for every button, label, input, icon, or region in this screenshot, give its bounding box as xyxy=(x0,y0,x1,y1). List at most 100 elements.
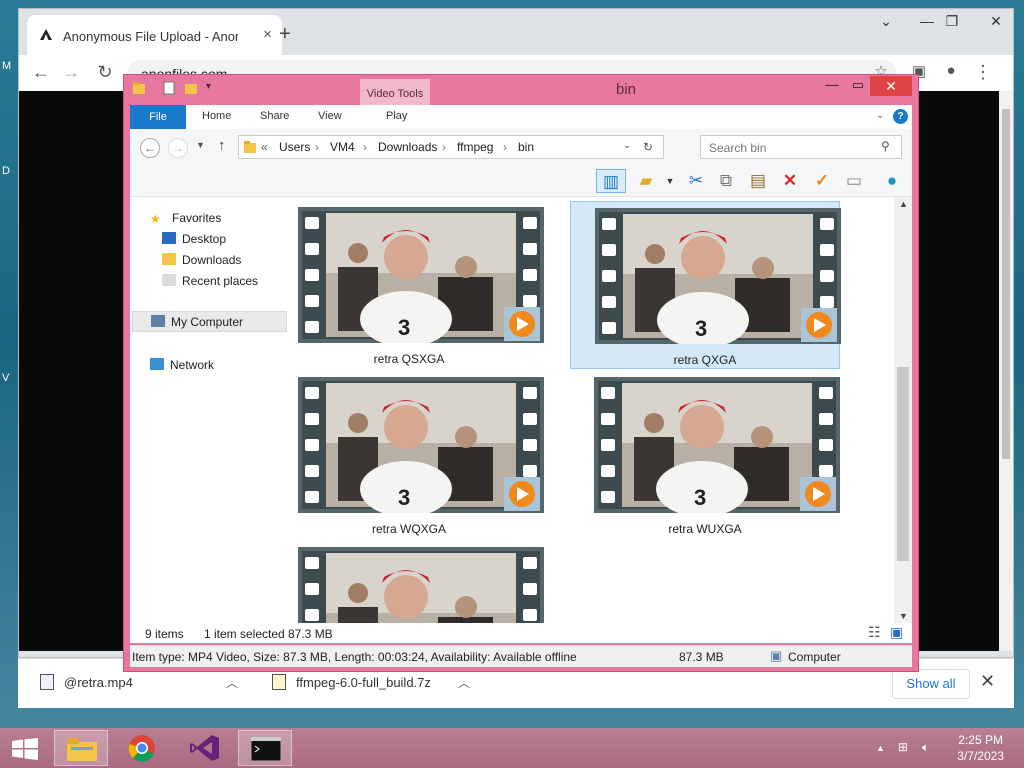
video-thumbnail-icon: 3 xyxy=(595,208,841,344)
file-item[interactable]: 3 xyxy=(290,541,544,623)
help-icon[interactable]: ? xyxy=(893,109,908,124)
tab-play[interactable]: Play xyxy=(386,110,407,122)
maximize-icon[interactable]: ▭ xyxy=(848,77,868,93)
delete-icon[interactable]: ✕ xyxy=(778,169,802,193)
taskbar-chrome[interactable] xyxy=(116,730,170,766)
tab-search-icon[interactable]: ⌄ xyxy=(871,13,901,30)
reload-icon[interactable]: ↻ xyxy=(93,62,117,83)
back-icon[interactable]: ← xyxy=(29,62,53,83)
desktop-icon-label: V xyxy=(2,372,10,384)
forward-icon[interactable]: → xyxy=(59,62,83,83)
up-icon[interactable]: ↑ xyxy=(218,137,226,154)
video-thumbnail-icon: 3 xyxy=(298,377,544,513)
taskbar-command-prompt[interactable] xyxy=(238,730,292,766)
breadcrumb-ffmpeg[interactable]: ffmpeg xyxy=(457,140,493,154)
chrome-tab[interactable]: Anonymous File Upload - AnonFiles × xyxy=(27,15,282,55)
close-window-icon[interactable]: ✕ xyxy=(870,76,912,96)
file-list: 3 retra QSXGA 3 retra QXGA 3 retra WQXGA… xyxy=(290,197,894,623)
back-icon[interactable]: ← xyxy=(140,138,160,158)
svg-text:3: 3 xyxy=(398,485,410,510)
scroll-down-icon[interactable]: ▼ xyxy=(899,611,908,621)
anonfiles-icon xyxy=(40,29,52,40)
nav-downloads[interactable]: Downloads xyxy=(162,253,241,267)
nav-desktop[interactable]: Desktop xyxy=(162,232,226,246)
clock[interactable]: 2:25 PM 3/7/2023 xyxy=(957,732,1004,764)
tab-share[interactable]: Share xyxy=(260,110,289,122)
chevron-up-icon[interactable]: ︿ xyxy=(226,674,238,691)
tab-file[interactable]: File xyxy=(130,105,186,129)
search-box[interactable]: Search bin ⚲ xyxy=(700,135,902,159)
status-bar: 9 items 1 item selected 87.3 MB ☷ ▣ xyxy=(130,623,912,643)
refresh-icon[interactable]: ↻ xyxy=(643,140,653,154)
maximize-icon[interactable]: ❐ xyxy=(937,13,967,30)
new-tab-button[interactable]: + xyxy=(279,23,291,46)
details-view-icon[interactable]: ☷ xyxy=(868,624,881,641)
address-dropdown-icon[interactable]: ⌄ xyxy=(623,140,631,151)
menu-icon[interactable]: ⋮ xyxy=(971,62,995,83)
taskbar-visual-studio[interactable] xyxy=(178,730,232,766)
nav-favorites[interactable]: ★ Favorites xyxy=(150,211,221,226)
tab-view[interactable]: View xyxy=(318,110,342,122)
breadcrumb-users[interactable]: Users xyxy=(279,140,310,154)
breadcrumb-vm4[interactable]: VM4 xyxy=(330,140,355,154)
clock-date: 3/7/2023 xyxy=(957,749,1004,763)
file-item[interactable]: 3 retra WUXGA xyxy=(570,371,840,539)
cut-icon[interactable]: ✂ xyxy=(684,169,708,193)
tab-home[interactable]: Home xyxy=(202,110,231,122)
svg-text:3: 3 xyxy=(398,315,410,340)
volume-icon[interactable]: 🔈︎ xyxy=(922,740,929,755)
folder-options-icon[interactable]: ▰ xyxy=(634,169,658,193)
content-scrollbar[interactable]: ▲ ▼ xyxy=(894,197,912,623)
file-name: retra WUXGA xyxy=(668,522,742,536)
rename-icon[interactable]: ▭ xyxy=(842,169,866,193)
item-count: 9 items xyxy=(145,627,184,641)
breadcrumb-downloads[interactable]: Downloads xyxy=(378,140,437,154)
recent-locations-icon[interactable]: ▼ xyxy=(196,140,205,150)
scroll-thumb[interactable] xyxy=(897,367,909,561)
archive-file-icon xyxy=(272,674,286,690)
windows-start-icon[interactable] xyxy=(12,738,38,760)
chevron-up-icon[interactable]: ︿ xyxy=(458,674,470,691)
breadcrumb-overflow[interactable]: « xyxy=(261,140,268,154)
options-dropdown-icon[interactable]: ▼ xyxy=(658,169,682,193)
details-bar: Item type: MP4 Video, Size: 87.3 MB, Len… xyxy=(130,645,912,667)
show-all-button[interactable]: Show all xyxy=(892,669,970,699)
item-size: 87.3 MB xyxy=(679,650,724,664)
chrome-tab-strip: Anonymous File Upload - AnonFiles × + ⌄ … xyxy=(19,9,1013,55)
nav-my-computer[interactable]: My Computer xyxy=(132,311,287,332)
file-item[interactable]: 3 retra QSXGA xyxy=(290,201,544,369)
close-window-icon[interactable]: ✕ xyxy=(981,13,1011,30)
video-thumbnail-icon: 3 xyxy=(298,547,544,623)
paste-icon[interactable]: ▤ xyxy=(746,169,770,193)
network-globe-icon[interactable]: ● xyxy=(880,169,904,193)
forward-icon[interactable]: → xyxy=(168,138,188,158)
taskbar-file-explorer[interactable] xyxy=(54,730,108,766)
preview-pane-icon[interactable]: ▥ xyxy=(596,169,626,193)
file-item[interactable]: 3 retra WQXGA xyxy=(290,371,544,539)
expand-ribbon-icon[interactable]: ⌄ xyxy=(876,110,884,121)
file-item[interactable]: 3 retra QXGA xyxy=(570,201,841,369)
network-icon xyxy=(150,358,164,370)
network-status-icon[interactable]: ⊞ xyxy=(898,740,908,754)
explorer-titlebar: ▾ Video Tools bin — ▭ ✕ xyxy=(124,75,918,109)
breadcrumb-bin[interactable]: bin xyxy=(518,140,534,154)
profile-icon[interactable]: ● xyxy=(939,62,963,79)
show-hidden-icons[interactable]: ▲ xyxy=(876,743,885,753)
large-icons-view-icon[interactable]: ▣ xyxy=(890,624,903,641)
nav-recent-places[interactable]: Recent places xyxy=(162,274,258,288)
star-icon: ★ xyxy=(150,212,161,226)
close-shelf-icon[interactable]: ✕ xyxy=(980,671,995,692)
tab-close-icon[interactable]: × xyxy=(263,26,272,43)
download-item[interactable]: @retra.mp4 ︿ xyxy=(40,674,238,690)
page-scrollbar[interactable] xyxy=(999,91,1013,651)
selection-count: 1 item selected xyxy=(204,627,285,641)
copy-icon[interactable]: ⧉ xyxy=(714,169,738,193)
scroll-up-icon[interactable]: ▲ xyxy=(899,199,908,209)
minimize-icon[interactable]: — xyxy=(822,77,842,92)
nav-label: My Computer xyxy=(171,315,244,329)
download-item[interactable]: ffmpeg-6.0-full_build.7z ︿ xyxy=(272,674,470,690)
download-name: @retra.mp4 xyxy=(64,675,133,690)
check-icon[interactable]: ✓ xyxy=(810,169,834,193)
address-bar[interactable]: « Users › VM4 › Downloads › ffmpeg › bin… xyxy=(238,135,664,159)
nav-network[interactable]: Network xyxy=(150,358,214,372)
